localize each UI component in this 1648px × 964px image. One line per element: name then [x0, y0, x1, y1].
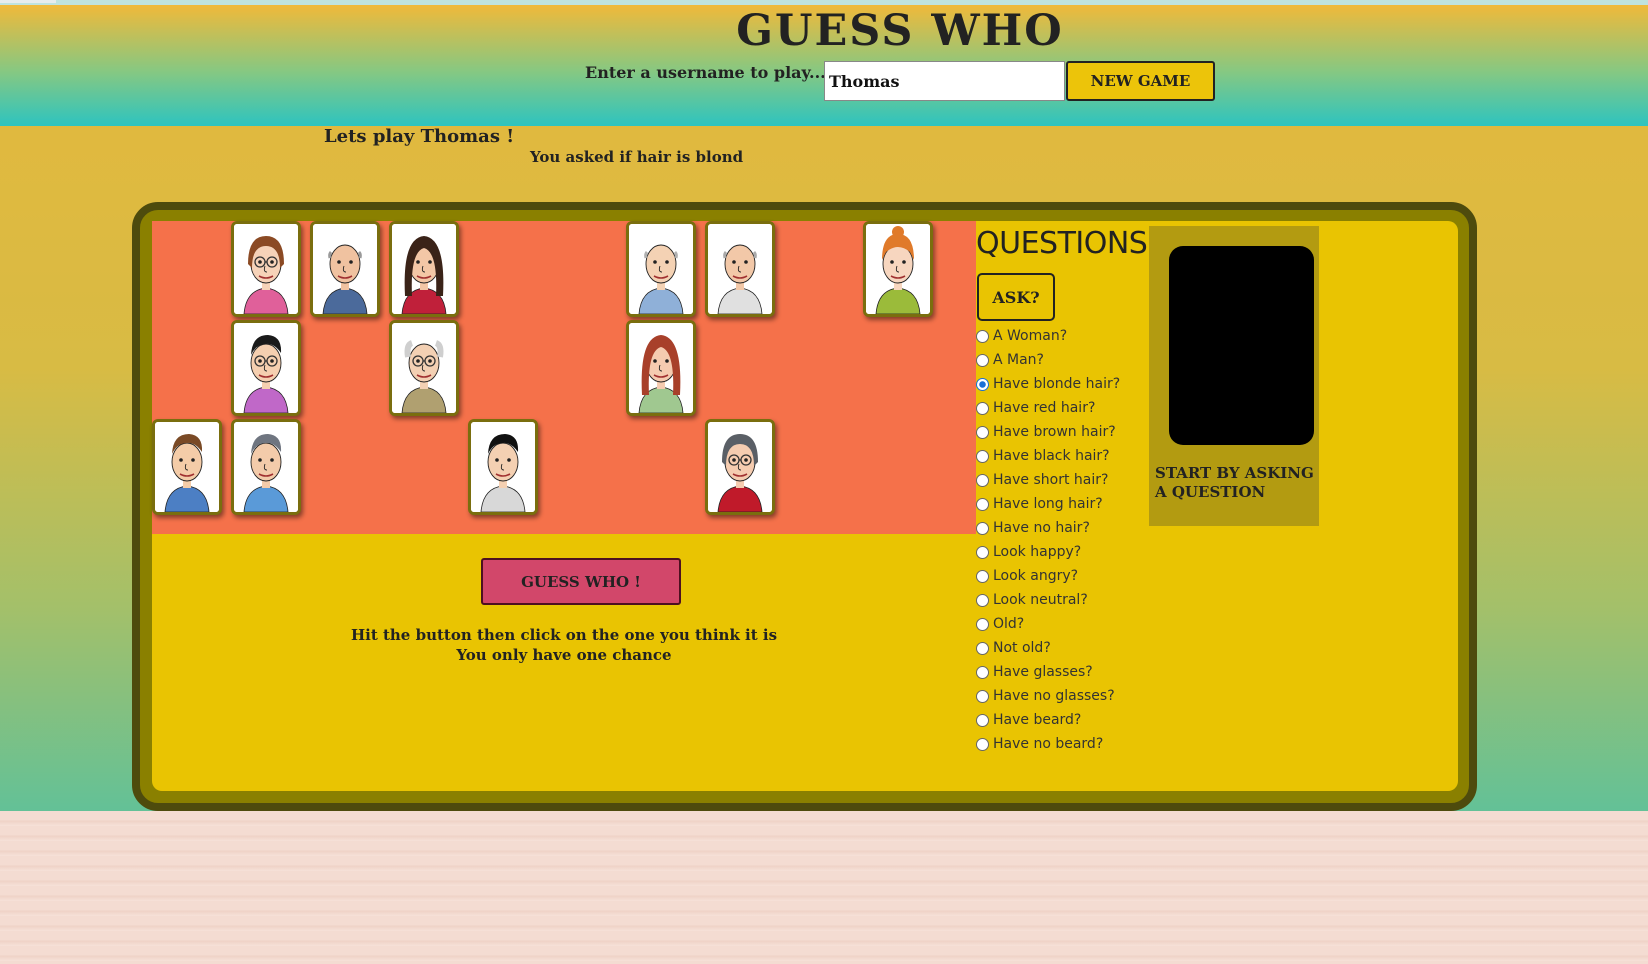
guess-who-button[interactable]: GUESS WHO !: [481, 558, 681, 605]
character-card-old-man-glasses[interactable]: [389, 320, 459, 416]
question-option[interactable]: Have blonde hair?: [976, 373, 1120, 395]
wood-floor-background: [0, 811, 1648, 964]
character-portrait-icon: [313, 224, 377, 314]
question-option[interactable]: Have black hair?: [976, 445, 1110, 467]
new-game-button[interactable]: NEW GAME: [1066, 61, 1215, 101]
character-card-woman-auburn-hair[interactable]: [626, 320, 696, 416]
character-portrait-icon: [392, 323, 456, 413]
question-option-label: Have beard?: [993, 712, 1082, 728]
question-option-label: Not old?: [993, 640, 1051, 656]
header: GUESS WHO Enter a username to play... NE…: [0, 5, 1648, 126]
browser-tab-edge: [0, 0, 56, 3]
question-radio[interactable]: [976, 665, 989, 679]
question-option[interactable]: Have no glasses?: [976, 685, 1115, 707]
question-option[interactable]: Have short hair?: [976, 469, 1108, 491]
answer-message: START BY ASKING A QUESTION: [1155, 464, 1314, 501]
character-portrait-icon: [471, 422, 535, 512]
question-option[interactable]: Have brown hair?: [976, 421, 1116, 443]
character-card-woman-long-dark-hair[interactable]: [389, 221, 459, 317]
question-radio[interactable]: [976, 329, 989, 343]
question-option-label: Look happy?: [993, 544, 1082, 560]
username-label: Enter a username to play...: [585, 63, 826, 82]
character-card-man-grey-hair[interactable]: [231, 419, 301, 515]
question-radio[interactable]: [976, 521, 989, 535]
character-portrait-icon: [708, 422, 772, 512]
guess-hint: Hit the button then click on the one you…: [314, 625, 814, 665]
question-radio[interactable]: [976, 473, 989, 487]
character-card-woman-ginger-updo[interactable]: [863, 221, 933, 317]
question-option-label: Have glasses?: [993, 664, 1093, 680]
question-radio[interactable]: [976, 593, 989, 607]
question-radio[interactable]: [976, 713, 989, 727]
question-radio[interactable]: [976, 449, 989, 463]
character-board: [152, 221, 976, 534]
character-portrait-icon: [234, 323, 298, 413]
question-option[interactable]: Have long hair?: [976, 493, 1103, 515]
mystery-card-slot: [1169, 246, 1314, 445]
question-option[interactable]: A Woman?: [976, 325, 1067, 347]
question-option-label: Look neutral?: [993, 592, 1088, 608]
question-option-label: Have brown hair?: [993, 424, 1116, 440]
character-card-bald-man-tie[interactable]: [705, 221, 775, 317]
character-card-woman-grey-bob-glasses[interactable]: [705, 419, 775, 515]
question-option[interactable]: Have red hair?: [976, 397, 1095, 419]
character-portrait-icon: [629, 224, 693, 314]
question-option-label: Have blonde hair?: [993, 376, 1121, 392]
page-title: GUESS WHO: [736, 6, 1064, 56]
hint-line-1: Hit the button then click on the one you…: [350, 626, 778, 644]
question-option[interactable]: Look angry?: [976, 565, 1078, 587]
username-input[interactable]: [824, 61, 1065, 101]
character-portrait-icon: [629, 323, 693, 413]
question-option-label: A Woman?: [993, 328, 1068, 344]
character-portrait-icon: [392, 224, 456, 314]
question-radio[interactable]: [976, 401, 989, 415]
question-option-label: Have no hair?: [993, 520, 1090, 536]
character-portrait-icon: [234, 422, 298, 512]
greeting-text: Lets play Thomas !: [324, 126, 515, 147]
question-option[interactable]: Have no hair?: [976, 517, 1090, 539]
question-option[interactable]: A Man?: [976, 349, 1044, 371]
character-portrait-icon: [866, 224, 930, 314]
question-option-label: Have red hair?: [993, 400, 1096, 416]
question-radio[interactable]: [976, 377, 989, 391]
question-option[interactable]: Look happy?: [976, 541, 1081, 563]
character-card-man-black-hair-bowtie[interactable]: [231, 320, 301, 416]
question-option[interactable]: Have no beard?: [976, 733, 1103, 755]
question-option-label: A Man?: [993, 352, 1044, 368]
answer-panel: START BY ASKING A QUESTION: [1149, 226, 1319, 526]
question-radio[interactable]: [976, 545, 989, 559]
question-option-label: Have no glasses?: [993, 688, 1115, 704]
question-radio[interactable]: [976, 689, 989, 703]
question-option[interactable]: Not old?: [976, 637, 1051, 659]
question-radio[interactable]: [976, 641, 989, 655]
character-portrait-icon: [155, 422, 219, 512]
question-radio[interactable]: [976, 497, 989, 511]
questions-title: QUESTIONS: [976, 226, 1148, 261]
question-option[interactable]: Have glasses?: [976, 661, 1093, 683]
character-card-man-brown-hair-smiling[interactable]: [152, 419, 222, 515]
question-option[interactable]: Have beard?: [976, 709, 1081, 731]
character-portrait-icon: [234, 224, 298, 314]
character-card-woman-brown-bob-glasses[interactable]: [231, 221, 301, 317]
question-option-label: Look angry?: [993, 568, 1079, 584]
ask-button[interactable]: ASK?: [977, 273, 1055, 321]
character-portrait-icon: [708, 224, 772, 314]
character-card-bald-man-small-face[interactable]: [626, 221, 696, 317]
question-radio[interactable]: [976, 353, 989, 367]
question-option-label: Have long hair?: [993, 496, 1103, 512]
question-radio[interactable]: [976, 569, 989, 583]
question-radio[interactable]: [976, 617, 989, 631]
question-option-label: Have short hair?: [993, 472, 1109, 488]
question-option-label: Have black hair?: [993, 448, 1110, 464]
character-card-man-black-quiff[interactable]: [468, 419, 538, 515]
asked-status-text: You asked if hair is blond: [530, 148, 744, 166]
question-option[interactable]: Old?: [976, 613, 1024, 635]
question-option-label: Old?: [993, 616, 1025, 632]
question-radio[interactable]: [976, 737, 989, 751]
question-option[interactable]: Look neutral?: [976, 589, 1088, 611]
question-option-label: Have no beard?: [993, 736, 1104, 752]
hint-line-2: You only have one chance: [456, 646, 672, 664]
question-radio[interactable]: [976, 425, 989, 439]
character-card-angry-bald-man[interactable]: [310, 221, 380, 317]
